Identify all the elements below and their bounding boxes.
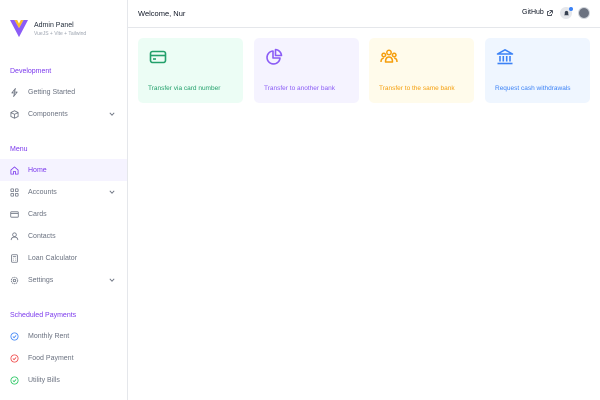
sidebar-item-getting-started[interactable]: Getting Started — [0, 81, 127, 103]
sidebar-item-components[interactable]: Components — [0, 103, 127, 125]
card-label: Transfer to another bank — [264, 85, 335, 92]
card-transfer-same-bank[interactable]: Transfer to the same bank — [369, 38, 474, 103]
card-request-cash-withdrawals[interactable]: Request cash withdrawals — [485, 38, 590, 103]
sidebar-item-utility-bills[interactable]: Utility Bills — [0, 369, 127, 391]
lightning-icon — [10, 87, 19, 97]
sidebar-item-settings[interactable]: Settings — [0, 269, 127, 291]
sidebar-item-label: Contacts — [28, 232, 56, 240]
github-link-label: GitHub — [522, 9, 544, 16]
cube-icon — [10, 109, 19, 119]
sidebar-item-monthly-rent[interactable]: Monthly Rent — [0, 325, 127, 347]
pie-chart-icon — [266, 48, 283, 65]
section-title-menu: Menu — [10, 146, 28, 153]
check-circle-icon — [10, 353, 19, 363]
sidebar-item-label: Home — [28, 166, 47, 174]
check-circle-icon — [10, 375, 19, 385]
chevron-down-icon[interactable] — [109, 111, 115, 117]
sidebar-item-label: Utility Bills — [28, 376, 60, 384]
card-label: Transfer via card number — [148, 85, 221, 92]
sidebar-item-label: Settings — [28, 276, 54, 284]
grid-icon — [10, 187, 19, 197]
home-icon — [10, 165, 19, 175]
sidebar-item-contacts[interactable]: Contacts — [0, 225, 127, 247]
bell-icon — [563, 10, 569, 15]
brand-subtitle: VueJS + Vite + Tailwind — [34, 30, 87, 37]
external-link-icon — [547, 9, 553, 16]
section-title-scheduled-payments: Scheduled Payments — [10, 312, 77, 319]
notification-badge — [569, 7, 573, 11]
card-label: Request cash withdrawals — [495, 85, 571, 92]
credit-card-icon — [149, 50, 167, 64]
bank-icon — [496, 49, 514, 65]
sidebar-item-label: Loan Calculator — [28, 254, 78, 262]
sidebar: Admin Panel VueJS + Vite + Tailwind Deve… — [0, 0, 128, 400]
gear-icon — [10, 276, 19, 285]
sidebar-item-label: Getting Started — [28, 88, 76, 96]
contacts-icon — [10, 231, 19, 241]
sidebar-item-cards[interactable]: Cards — [0, 203, 127, 225]
vue-logo-icon — [10, 20, 28, 38]
chevron-down-icon[interactable] — [109, 189, 115, 195]
credit-card-icon — [10, 210, 19, 219]
avatar[interactable] — [578, 7, 590, 19]
sidebar-item-label: Food Payment — [28, 354, 74, 362]
sidebar-item-label: Components — [28, 110, 68, 118]
brand-title: Admin Panel — [34, 21, 74, 29]
sidebar-item-food-payment[interactable]: Food Payment — [0, 347, 127, 369]
sidebar-item-label: Accounts — [28, 188, 57, 196]
card-transfer-card-number[interactable]: Transfer via card number — [138, 38, 243, 103]
check-circle-icon — [10, 331, 19, 341]
brand[interactable]: Admin Panel VueJS + Vite + Tailwind — [10, 17, 86, 41]
notifications-button[interactable] — [560, 7, 573, 19]
calculator-icon — [10, 253, 19, 263]
section-title-development: Development — [10, 68, 52, 75]
sidebar-item-label: Cards — [28, 210, 47, 218]
card-label: Transfer to the same bank — [379, 85, 455, 92]
sidebar-item-label: Monthly Rent — [28, 332, 70, 340]
chevron-down-icon[interactable] — [109, 277, 115, 283]
users-icon — [380, 49, 398, 63]
topbar: Welcome, Nur GitHub — [128, 0, 600, 28]
sidebar-item-home[interactable]: Home — [0, 159, 127, 181]
card-transfer-another-bank[interactable]: Transfer to another bank — [254, 38, 359, 103]
sidebar-item-loan-calculator[interactable]: Loan Calculator — [0, 247, 127, 269]
sidebar-item-accounts[interactable]: Accounts — [0, 181, 127, 203]
welcome-text: Welcome, Nur — [138, 9, 186, 18]
github-link[interactable]: GitHub — [522, 9, 553, 16]
